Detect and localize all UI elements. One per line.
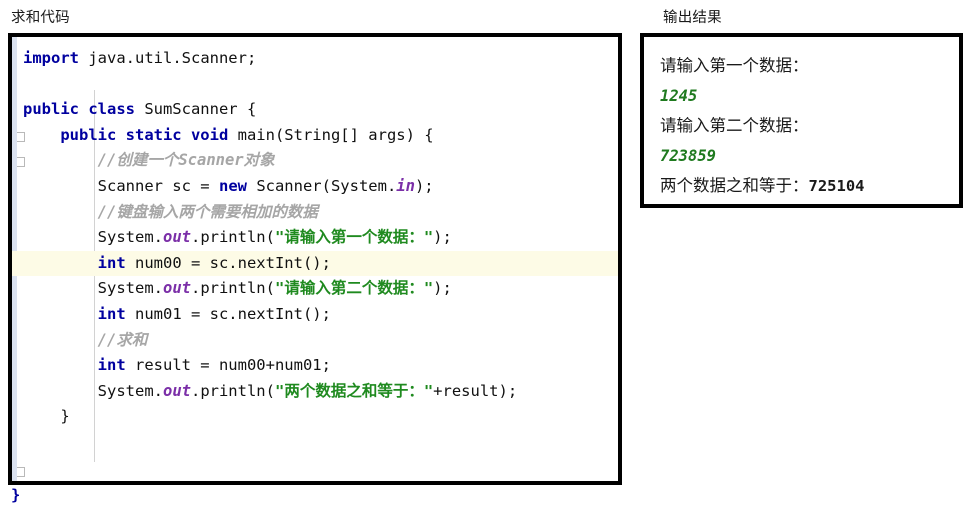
output-sum-line: 两个数据之和等于：725104 [660,171,959,201]
code-token-str: " [423,228,434,247]
code-token-pl: System. [97,279,163,298]
code-token-cmt: //求和 [97,330,148,349]
code-line[interactable]: //创建一个Scanner对象 [12,148,618,174]
code-token-pl: Scanner(System. [246,176,397,195]
code-line[interactable]: int num01 = sc.nextInt(); [12,302,618,328]
code-token-pl: +result); [433,381,518,400]
code-token-pl: result = num00+num01; [125,356,331,375]
code-line[interactable] [12,72,618,98]
output-prompt-line: 请输入第一个数据： [660,56,809,75]
code-panel-caption: 求和代码 [11,10,70,26]
code-token-pl: } [60,407,70,426]
code-token-pl: main(String[] args) { [228,125,434,144]
code-line[interactable]: System.out.println("请输入第二个数据："); [12,276,618,302]
code-token-kw: int [97,304,126,323]
output-console-panel: 请输入第一个数据： 1245 请输入第二个数据： 723859 两个数据之和等于：725… [640,33,963,208]
output-input-value: 1245 [660,81,959,111]
code-token-kw: new [218,176,247,195]
code-line[interactable]: } [12,404,618,430]
code-fold-marker[interactable] [17,132,25,142]
output-prompt-line: 请输入第二个数据： [660,116,809,135]
trailing-closing-brace: } [11,486,21,504]
output-panel-caption: 输出结果 [663,10,722,26]
output-value-text: 1245 [660,87,698,105]
code-fold-marker[interactable] [17,157,25,167]
code-token-kw: import [23,49,79,67]
code-token-str: " [423,381,434,400]
code-token-pl: num00 = sc.nextInt(); [125,253,331,272]
code-line[interactable]: public static void main(String[] args) { [12,123,618,149]
code-token-str: "请输入第二个数据： [274,279,424,298]
code-token-str: "请输入第一个数据： [274,228,424,247]
code-token-kw: int [97,356,126,375]
code-line[interactable]: import java.util.Scanner; [12,46,618,72]
code-token-fld: in [396,176,415,195]
code-line[interactable]: //键盘输入两个需要相加的数据 [12,200,618,226]
code-token-pl: ); [433,279,452,298]
output-console-text: 请输入第一个数据： 1245 请输入第二个数据： 723859 两个数据之和等于：725… [660,51,959,201]
code-token-pl: SumScanner { [134,100,257,119]
code-token-pl: java.util.Scanner; [79,49,257,67]
code-token-kw: int [97,253,126,272]
code-token-fld: out [162,228,191,247]
code-token-pl: num01 = sc.nextInt(); [125,304,331,323]
code-token-pl: .println( [190,381,275,400]
code-text-area[interactable]: import java.util.Scanner; public class S… [12,37,618,430]
code-fold-marker[interactable] [17,467,25,477]
code-token-kw: public class [23,100,135,119]
code-line[interactable]: //求和 [12,328,618,354]
output-value-text: 723859 [660,147,716,165]
code-token-pl: .println( [190,228,275,247]
code-line[interactable]: System.out.println("请输入第一个数据："); [12,225,618,251]
code-token-pl: Scanner sc = [97,176,219,195]
code-line[interactable]: Scanner sc = new Scanner(System.in); [12,174,618,200]
code-line[interactable]: int num00 = sc.nextInt(); [12,250,618,277]
code-token-str: " [423,279,434,298]
code-token-cmt: //创建一个Scanner对象 [97,151,275,170]
code-token-cmt: //键盘输入两个需要相加的数据 [97,202,318,221]
code-token-kw: public static void [60,125,229,144]
code-token-pl: System. [97,228,163,247]
code-token-pl: .println( [190,279,275,298]
code-token-str: "两个数据之和等于： [274,381,424,400]
code-token-pl: System. [97,381,163,400]
output-sum-value: 725104 [808,177,865,195]
code-token-pl: ); [433,228,452,247]
code-line[interactable]: public class SumScanner { [12,97,618,123]
code-line[interactable]: System.out.println("两个数据之和等于："+result); [12,379,618,405]
code-editor-panel[interactable]: import java.util.Scanner; public class S… [8,33,622,485]
output-input-value: 723859 [660,141,959,171]
code-token-fld: out [162,279,191,298]
code-token-fld: out [162,381,191,400]
output-sum-label: 两个数据之和等于： [660,176,809,195]
code-line[interactable]: int result = num00+num01; [12,353,618,379]
code-token-pl: ); [414,176,434,195]
